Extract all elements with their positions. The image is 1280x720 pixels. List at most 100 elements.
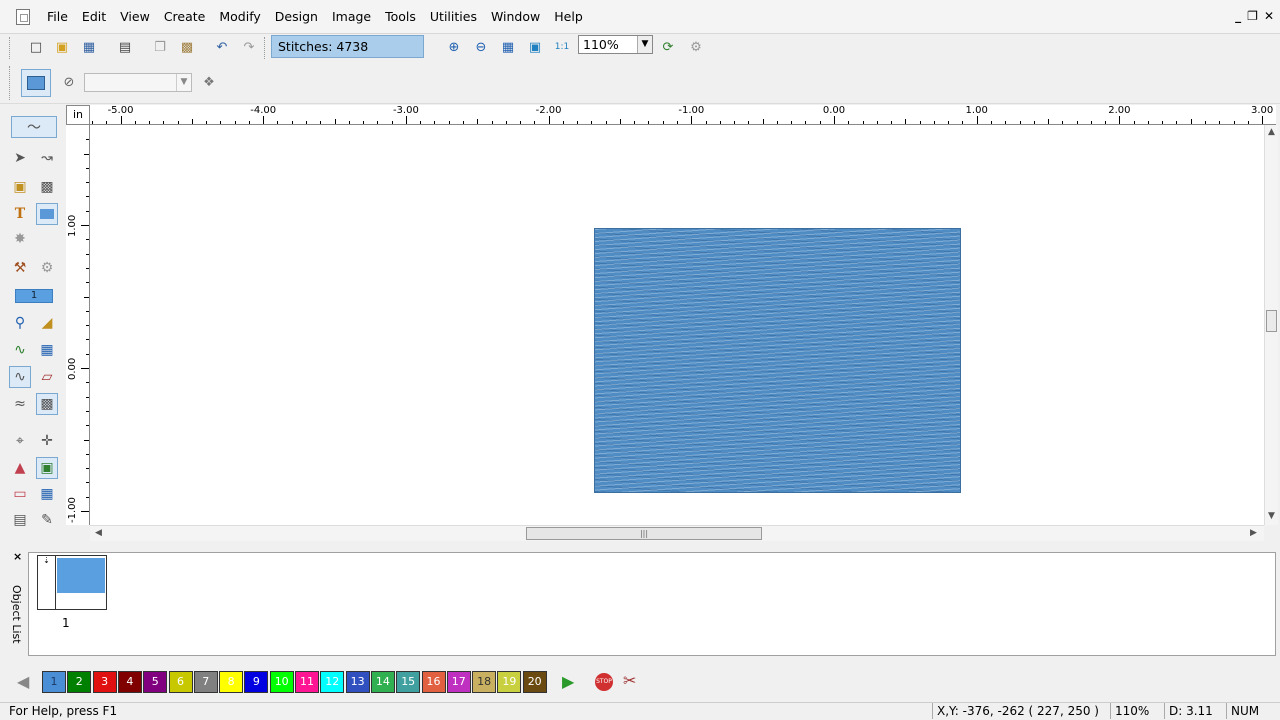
rectangle-icon[interactable]: ▭ [9, 483, 31, 505]
thread-chart-icon[interactable]: ❖ [199, 72, 219, 92]
run-stitch-icon[interactable]: ∿ [9, 366, 31, 388]
zoom-icon[interactable]: ⚲ [9, 312, 31, 334]
menu-create[interactable]: Create [157, 8, 213, 26]
toolbar-grip[interactable] [9, 37, 12, 59]
auto-digitize-icon[interactable]: ▩ [36, 176, 58, 198]
close-icon[interactable]: × [13, 550, 22, 563]
embroidery-object[interactable] [594, 228, 961, 493]
play-icon[interactable]: ▶ [562, 672, 574, 691]
color-swatch-7[interactable]: 7 [193, 671, 218, 693]
ruler-unit[interactable]: in [66, 105, 90, 125]
stop-icon[interactable]: STOP [595, 673, 613, 691]
color-swatch-8[interactable]: 8 [219, 671, 244, 693]
color-swatch-11[interactable]: 11 [295, 671, 319, 693]
shape-icon[interactable] [36, 203, 58, 225]
picture-icon[interactable]: ▤ [9, 509, 31, 531]
color-swatch-14[interactable]: 14 [370, 671, 395, 693]
motif-icon[interactable]: ▩ [36, 393, 58, 415]
menu-window[interactable]: Window [484, 8, 547, 26]
design-canvas[interactable] [90, 125, 1264, 525]
open-folder-icon[interactable]: ▣ [52, 37, 72, 57]
gears-icon[interactable]: ⚙ [36, 257, 58, 279]
menu-utilities[interactable]: Utilities [423, 8, 484, 26]
magic-wand-icon[interactable]: ✸ [9, 228, 31, 250]
shape-fill-icon[interactable]: ▣ [9, 176, 31, 198]
color-swatch-9[interactable]: 9 [244, 671, 269, 693]
color-swatch-10[interactable]: 10 [269, 671, 294, 693]
crop-icon[interactable]: ⌖ [9, 430, 31, 452]
app-icon[interactable] [16, 9, 30, 25]
menu-design[interactable]: Design [268, 8, 325, 26]
color-swatch-13[interactable]: 13 [345, 671, 370, 693]
menu-image[interactable]: Image [325, 8, 378, 26]
menu-view[interactable]: View [113, 8, 157, 26]
menu-file[interactable]: File [40, 8, 75, 26]
zoom-in-icon[interactable]: ⊕ [444, 37, 464, 57]
scissors-icon[interactable]: ✂ [623, 671, 636, 690]
color-swatch-20[interactable]: 20 [522, 671, 547, 693]
vertical-scroll-thumb[interactable] [1266, 310, 1277, 332]
zoom-to-fit-icon[interactable]: ▦ [498, 37, 518, 57]
close-icon[interactable]: ✕ [1264, 9, 1274, 23]
zoom-out-icon[interactable]: ⊖ [471, 37, 491, 57]
zoom-1-1-icon[interactable]: 1:1 [552, 37, 572, 57]
chevron-down-icon[interactable]: ▼ [176, 74, 191, 91]
menu-edit[interactable]: Edit [75, 8, 113, 26]
current-color-chip[interactable]: 1 [15, 289, 53, 303]
scroll-right-icon[interactable]: ▶ [1250, 528, 1257, 538]
copy-icon[interactable]: ❐ [150, 37, 170, 57]
color-swatch-5[interactable]: 5 [143, 671, 168, 693]
zoom-select[interactable]: 110% ▼ [578, 35, 653, 54]
color-swatch-16[interactable]: 16 [421, 671, 446, 693]
stitch-icon-b[interactable]: ▦ [36, 339, 58, 361]
save-icon[interactable]: ▦ [79, 37, 99, 57]
move-icon[interactable]: ✛ [36, 430, 58, 452]
grid-icon[interactable]: ▦ [36, 483, 58, 505]
redo-icon[interactable]: ↷ [239, 37, 259, 57]
ruler-icon[interactable]: ◢ [36, 312, 58, 334]
slow-redraw-icon[interactable]: ⚙ [686, 37, 706, 57]
menu-tools[interactable]: Tools [378, 8, 423, 26]
color-swatch-4[interactable]: 4 [117, 671, 142, 693]
color-swatch-2[interactable]: 2 [67, 671, 92, 693]
text-icon[interactable]: T [9, 203, 31, 225]
color-swatch-15[interactable]: 15 [396, 671, 421, 693]
stitch-icon-a[interactable]: ∿ [9, 339, 31, 361]
toolbar-grip-2[interactable] [264, 37, 267, 59]
vertical-scrollbar[interactable]: ▲ ▼ [1264, 125, 1278, 525]
scroll-up-icon[interactable]: ▲ [1268, 127, 1275, 137]
digitize-icon[interactable]: 〜 [11, 116, 57, 138]
fill-shape-icon[interactable] [21, 69, 51, 97]
scroll-down-icon[interactable]: ▼ [1268, 511, 1275, 521]
undo-icon[interactable]: ↶ [212, 37, 232, 57]
color-swatch-17[interactable]: 17 [446, 671, 471, 693]
reshape-icon[interactable]: ↝ [36, 147, 58, 169]
redraw-icon[interactable]: ⟳ [658, 37, 678, 57]
minimize-icon[interactable]: _ [1235, 9, 1241, 23]
new-file-icon[interactable]: □ [26, 37, 46, 57]
print-icon[interactable]: ▤ [115, 37, 135, 57]
color-swatch-12[interactable]: 12 [320, 671, 345, 693]
horizontal-scrollbar[interactable]: ◀ ||| ▶ [90, 525, 1264, 541]
color-swatch-19[interactable]: 19 [497, 671, 522, 693]
chevron-down-icon[interactable]: ▼ [637, 36, 652, 53]
frame-icon[interactable]: ▣ [36, 457, 58, 479]
eraser-icon[interactable]: ▲ [9, 457, 31, 479]
edit-picture-icon[interactable]: ✎ [36, 509, 58, 531]
zoom-extents-icon[interactable]: ▣ [525, 37, 545, 57]
object-thumbnail[interactable]: ⇣ [37, 555, 107, 610]
no-entry-icon[interactable]: ⊘ [59, 72, 79, 92]
restore-icon[interactable]: ❐ [1247, 9, 1258, 23]
paste-icon[interactable]: ▩ [177, 37, 197, 57]
color-swatch-1[interactable]: 1 [42, 671, 66, 693]
scroll-left-icon[interactable]: ◀ [95, 528, 102, 538]
select-arrow-icon[interactable]: ➤ [9, 147, 31, 169]
hammer-icon[interactable]: ⚒ [9, 257, 31, 279]
palette-prev-icon[interactable]: ◀ [17, 672, 29, 691]
horizontal-scroll-thumb[interactable]: ||| [526, 527, 762, 540]
thread-select[interactable]: ▼ [84, 73, 192, 92]
color-swatch-6[interactable]: 6 [168, 671, 193, 693]
color-swatch-18[interactable]: 18 [472, 671, 497, 693]
fill-stitch-icon[interactable]: ≈ [9, 393, 31, 415]
color-swatch-3[interactable]: 3 [92, 671, 117, 693]
